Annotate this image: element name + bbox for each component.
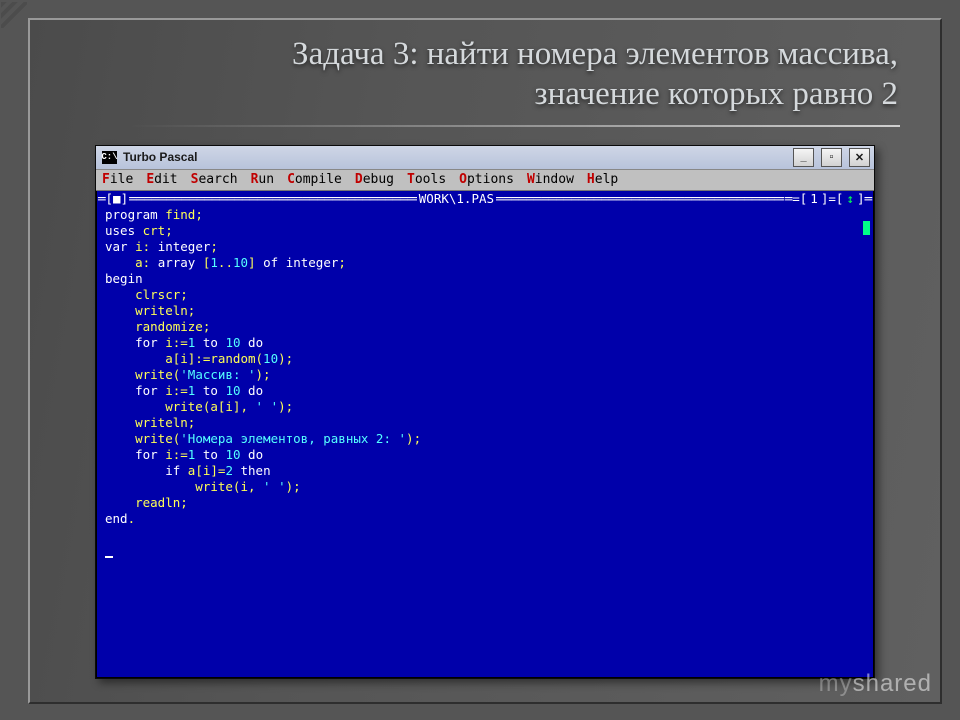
editor-filename: WORK\1.PAS [417,191,496,207]
turbo-pascal-window: C:\ Turbo Pascal _ ▫ ✕ File Edit Search … [95,145,875,679]
title-underline [130,125,900,127]
menu-compile[interactable]: Compile [287,172,342,187]
panel-corner-grip [1,2,27,28]
frame-close-icon[interactable]: ═[■] [97,191,129,207]
app-icon: C:\ [102,151,117,164]
menu-tools[interactable]: Tools [407,172,446,187]
slide-panel: Задача 3: найти номера элементов массива… [28,18,942,704]
menu-run[interactable]: Run [251,172,274,187]
menu-options[interactable]: Options [459,172,514,187]
scroll-arrow-icon[interactable]: ↕ [844,191,856,207]
text-cursor [105,556,113,558]
menu-help[interactable]: Help [587,172,618,187]
watermark: mymysharedshared [819,670,932,698]
slide-background: Задача 3: найти номера элементов массива… [0,0,960,720]
code-area[interactable]: program find; uses crt; var i: integer; … [105,207,865,675]
minimize-button[interactable]: _ [793,148,814,167]
window-number: 1 [808,191,820,207]
menu-bar: File Edit Search Run Compile Debug Tools… [96,170,874,191]
menu-file[interactable]: File [102,172,133,187]
code-editor[interactable]: ═[■] ═══════════════════════════════════… [96,191,874,678]
menu-window[interactable]: Window [527,172,574,187]
menu-debug[interactable]: Debug [355,172,394,187]
window-titlebar[interactable]: C:\ Turbo Pascal _ ▫ ✕ [96,146,874,170]
close-button[interactable]: ✕ [849,148,870,167]
editor-frame-top: ═[■] ═══════════════════════════════════… [97,191,873,207]
menu-search[interactable]: Search [191,172,238,187]
maximize-button[interactable]: ▫ [821,148,842,167]
menu-edit[interactable]: Edit [146,172,177,187]
slide-title: Задача 3: найти номера элементов массива… [210,34,898,115]
window-title: Turbo Pascal [123,150,197,164]
